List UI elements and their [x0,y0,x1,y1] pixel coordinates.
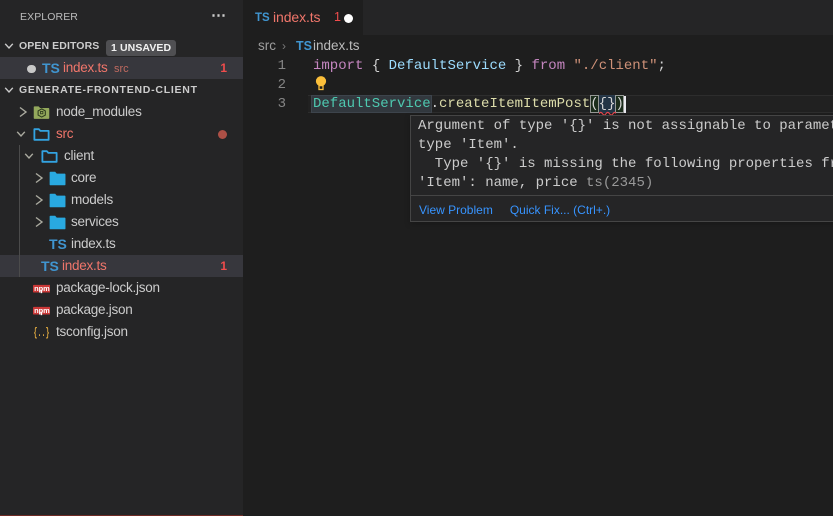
svg-text:{..}: {..} [34,326,50,340]
